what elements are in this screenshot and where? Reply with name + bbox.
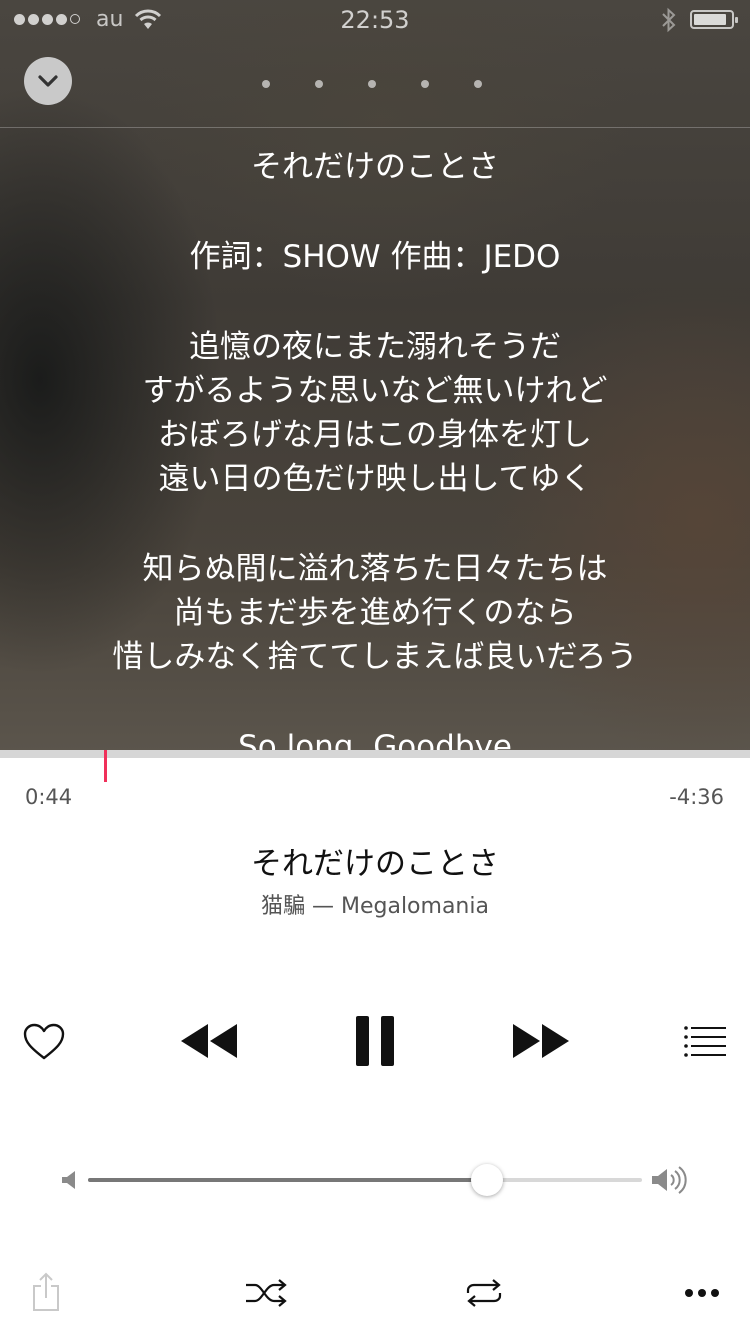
now-playing-background: au 22:53 それだけのことさ 作詞：SHOW 作曲：JEDO 追憶の夜にま… bbox=[0, 0, 750, 752]
volume-knob[interactable] bbox=[471, 1164, 503, 1196]
lyric-line: 惜しみなく捨ててしまえば良いだろう bbox=[112, 639, 638, 675]
status-bar: au 22:53 bbox=[0, 0, 750, 40]
previous-button[interactable] bbox=[176, 1016, 242, 1066]
lyric-line: おぼろげな月はこの身体を灯し bbox=[158, 417, 592, 453]
volume-slider[interactable] bbox=[88, 1164, 642, 1196]
page-dot bbox=[421, 80, 429, 88]
volume-control[interactable] bbox=[60, 1160, 690, 1200]
remaining-time: -4:36 bbox=[669, 785, 724, 809]
repeat-button[interactable] bbox=[460, 1276, 508, 1310]
elapsed-time: 0:44 bbox=[25, 785, 73, 809]
pause-button[interactable] bbox=[350, 1012, 400, 1070]
song-title: それだけのことさ bbox=[251, 846, 499, 882]
chevron-down-icon bbox=[38, 75, 58, 87]
collapse-button[interactable] bbox=[24, 57, 72, 105]
lyric-line: 作詞：SHOW 作曲：JEDO bbox=[189, 239, 561, 275]
share-icon bbox=[33, 1272, 59, 1311]
love-button[interactable] bbox=[20, 1018, 68, 1066]
status-time: 22:53 bbox=[340, 6, 410, 34]
page-dot bbox=[262, 80, 270, 88]
shuffle-button[interactable] bbox=[242, 1276, 290, 1310]
page-dot bbox=[315, 80, 323, 88]
heart-icon bbox=[23, 1023, 65, 1060]
page-indicator[interactable] bbox=[262, 80, 482, 88]
rewind-icon bbox=[181, 1024, 237, 1058]
header-divider bbox=[0, 127, 750, 128]
artist-album[interactable]: 猫騙 — Megalomania bbox=[0, 888, 750, 920]
shuffle-icon bbox=[246, 1279, 287, 1307]
more-button[interactable] bbox=[682, 1280, 722, 1306]
lyric-line: 知らぬ間に溢れ落ちた日々たちは bbox=[142, 551, 608, 587]
fast-forward-icon bbox=[513, 1024, 569, 1058]
repeat-icon bbox=[466, 1279, 502, 1307]
volume-level bbox=[88, 1178, 487, 1182]
pause-icon bbox=[356, 1016, 394, 1066]
up-next-button[interactable] bbox=[680, 1020, 730, 1062]
lyric-line: 尚もまだ歩を進め行くのなら bbox=[173, 595, 577, 631]
page-dot bbox=[474, 80, 482, 88]
speaker-high-icon bbox=[652, 1166, 687, 1194]
progress-track[interactable] bbox=[0, 750, 750, 758]
progress-scrubber[interactable] bbox=[104, 750, 107, 782]
lyric-line: それだけのことさ bbox=[251, 149, 499, 185]
lyric-line: 追憶の夜にまた溺れそうだ bbox=[189, 329, 561, 365]
page-dot bbox=[368, 80, 376, 88]
share-button[interactable] bbox=[28, 1270, 64, 1314]
more-icon bbox=[685, 1289, 719, 1297]
lyrics-view[interactable]: それだけのことさ 作詞：SHOW 作曲：JEDO 追憶の夜にまた溺れそうだ すが… bbox=[0, 145, 750, 752]
speaker-low-icon bbox=[62, 1171, 75, 1189]
bluetooth-icon bbox=[660, 6, 678, 40]
lyric-line: 遠い日の色だけ映し出してゆく bbox=[158, 461, 592, 497]
lyric-line: So long ,Goodbye bbox=[238, 729, 512, 752]
list-icon bbox=[684, 1026, 726, 1057]
next-button[interactable] bbox=[508, 1016, 574, 1066]
lyric-line: すがるような思いなど無いけれど bbox=[142, 373, 608, 409]
battery-icon bbox=[690, 10, 738, 29]
